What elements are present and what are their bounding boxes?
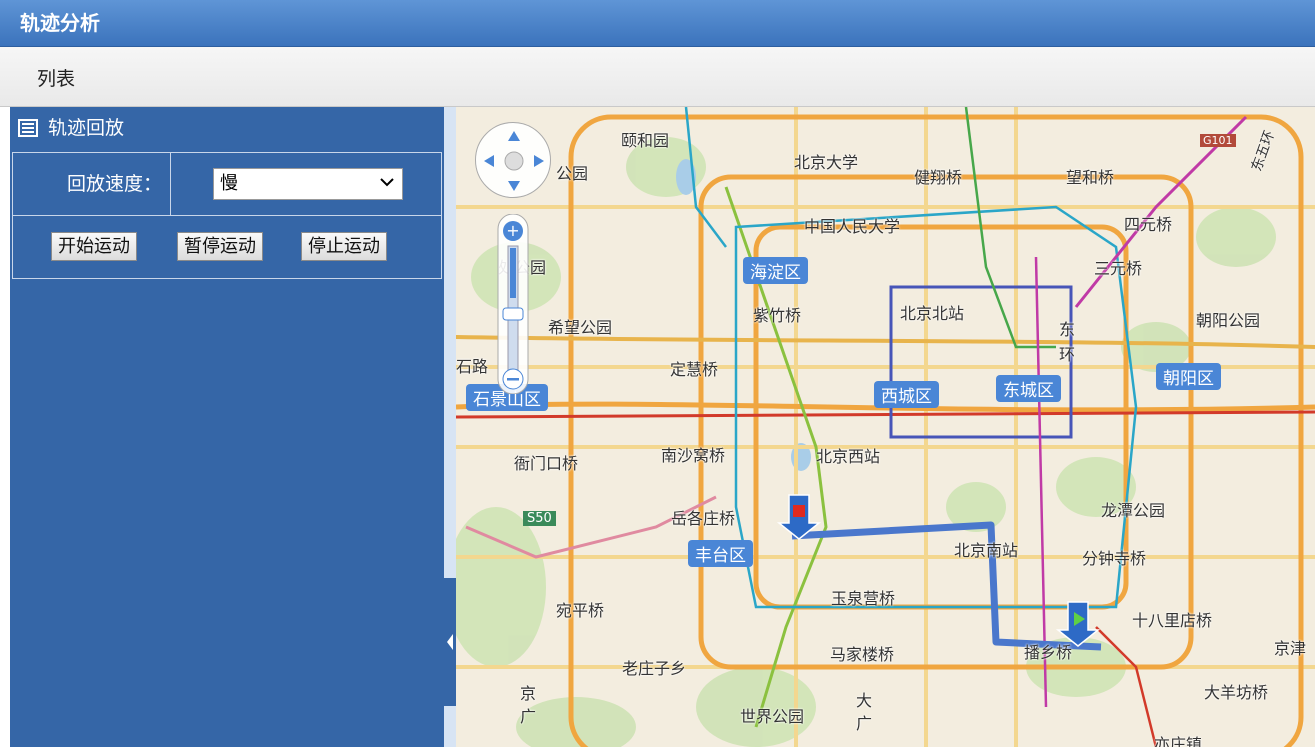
map-label: 北京南站	[954, 541, 1019, 560]
map-label: 北京北站	[900, 304, 965, 323]
map-label: 广	[856, 714, 873, 733]
map-label: 宛平桥	[556, 601, 605, 620]
list-icon	[18, 119, 38, 137]
chevron-down-icon	[380, 178, 394, 187]
map-label: 三元桥	[1094, 259, 1143, 278]
highway-shield: G101	[1200, 134, 1236, 147]
map-label: 颐和园	[621, 131, 670, 150]
district-label: 东城区	[996, 375, 1061, 402]
map-label: 十八里店桥	[1132, 611, 1213, 630]
map-label: 紫竹桥	[753, 306, 802, 325]
map-view[interactable]: 颐和园 公园 北京大学 健翔桥 望和桥 中国人民大学 四元桥 处公园 海淀区 三…	[456, 107, 1315, 747]
map-label: 东	[1059, 320, 1076, 339]
start-button[interactable]: 开始运动	[51, 232, 137, 261]
map-label: 北京大学	[794, 153, 859, 172]
highway-shield: S50	[523, 511, 556, 526]
map-label: 世界公园	[740, 707, 805, 726]
map-label: 希望公园	[548, 318, 613, 337]
panel-header: 轨迹回放	[10, 107, 444, 149]
map-label: 马家楼桥	[830, 645, 895, 664]
pause-button[interactable]: 暂停运动	[177, 232, 263, 261]
map-label: 健翔桥	[914, 168, 963, 187]
panel-title: 轨迹回放	[48, 117, 125, 139]
map-label: 大	[856, 691, 873, 710]
map-label: 亦庄镇	[1154, 735, 1203, 747]
speed-label: 回放速度：	[13, 153, 171, 215]
pan-control[interactable]	[475, 122, 551, 198]
zoom-slider: +	[497, 213, 529, 395]
district-label: 海淀区	[743, 257, 808, 284]
map-label: 岳各庄桥	[671, 509, 736, 528]
pan-arrows-icon	[484, 131, 544, 191]
map-label: 中国人民大学	[804, 217, 901, 236]
playback-panel: 轨迹回放 回放速度： 慢 开始运动 暂停运动 停止运动	[10, 107, 444, 747]
map-label: 朝阳公园	[1196, 311, 1261, 330]
map-label: 四元桥	[1124, 215, 1173, 234]
map-label: 望和桥	[1066, 168, 1115, 187]
tab-list[interactable]: 列表	[0, 55, 112, 107]
map-label: 龙潭公园	[1101, 501, 1166, 520]
map-label: 南沙窝桥	[661, 446, 726, 465]
app-title: 轨迹分析	[0, 0, 1315, 47]
tab-bar: 列表 地图	[0, 47, 1315, 207]
map-label: 京津	[1274, 639, 1307, 658]
map-label: 分钟寺桥	[1082, 549, 1147, 568]
chevron-left-icon	[447, 634, 453, 650]
district-label: 西城区	[874, 381, 939, 408]
stop-button[interactable]: 停止运动	[301, 232, 387, 261]
map-label: 定慧桥	[670, 360, 719, 379]
district-label: 朝阳区	[1156, 363, 1221, 390]
map-label: 环	[1059, 345, 1076, 364]
map-label: 北京西站	[816, 447, 881, 466]
zoom-control[interactable]: +	[496, 213, 530, 395]
map-label: 老庄子乡	[622, 659, 687, 678]
svg-text:+: +	[506, 221, 519, 240]
map-label: 公园	[556, 164, 589, 183]
district-label: 丰台区	[688, 540, 753, 567]
map-label: 京	[520, 684, 537, 703]
map-label: 石路	[456, 357, 489, 376]
control-row: 开始运动 暂停运动 停止运动	[12, 216, 442, 279]
speed-row: 回放速度： 慢	[12, 152, 442, 216]
speed-select-value: 慢	[220, 173, 238, 194]
map-label: 衙门口桥	[514, 454, 579, 473]
map-label: 玉泉营桥	[831, 589, 896, 608]
speed-select[interactable]: 慢	[213, 168, 403, 200]
map-label: 大羊坊桥	[1204, 683, 1269, 702]
collapse-handle[interactable]	[444, 578, 456, 706]
map-label: 广	[520, 707, 537, 726]
map-label: 播乡桥	[1024, 643, 1073, 662]
